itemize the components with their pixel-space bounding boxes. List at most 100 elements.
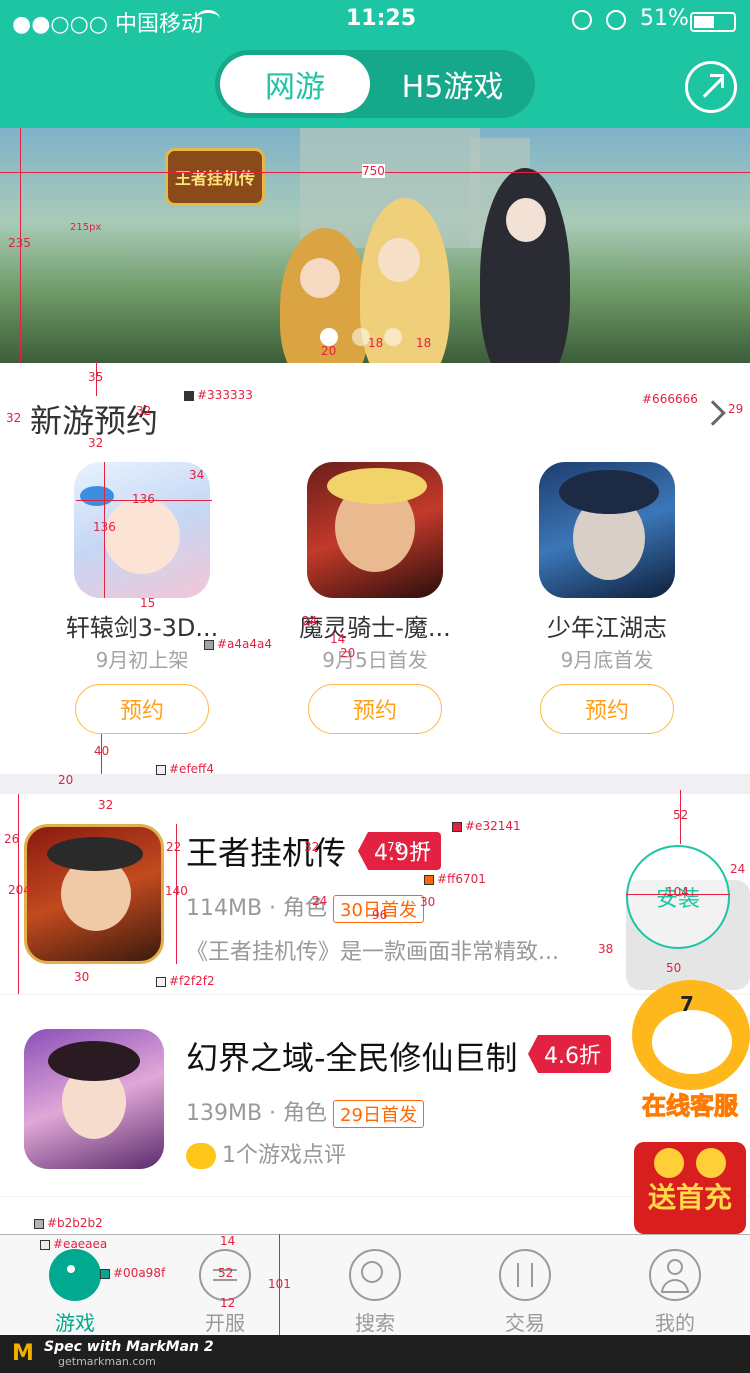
- share-icon[interactable]: [685, 61, 737, 113]
- spec-color: #00a98f: [100, 1266, 165, 1280]
- spec-label: 52: [218, 1266, 234, 1280]
- tab-search[interactable]: 搜索: [300, 1247, 450, 1335]
- spec-label: 15: [140, 596, 156, 610]
- game-meta: 139MB · 角色 29日首发: [186, 1095, 424, 1128]
- game-title: 王者挂机传: [186, 834, 347, 872]
- spec-color: #f2f2f2: [156, 974, 215, 988]
- game-type-switch: 网游 H5游戏: [215, 50, 535, 118]
- spec-label: 35: [88, 370, 104, 384]
- spec-label: 24: [312, 894, 328, 908]
- game-title: 幻界之域-全民修仙巨制: [186, 1039, 518, 1077]
- spec-label: 18: [368, 336, 384, 350]
- spec-label: 14: [330, 632, 346, 646]
- spec-label: 101: [268, 1277, 291, 1291]
- spec-color: #e32141: [452, 819, 521, 833]
- discount-badge: 4.6折: [528, 1035, 611, 1073]
- user-icon: [649, 1249, 701, 1301]
- spec-label: 215px: [70, 222, 102, 233]
- battery-percent: 51%: [640, 6, 689, 31]
- markman-logo-icon: M: [12, 1341, 34, 1366]
- markman-site: getmarkman.com: [58, 1355, 156, 1368]
- banner-dot: [384, 328, 402, 346]
- service-mascot-icon[interactable]: 7: [632, 980, 750, 1090]
- banner-game-logo: 王者挂机传: [165, 148, 265, 206]
- game-meta: 114MB · 角色 30日首发: [186, 890, 424, 923]
- spec-label: 30: [420, 895, 436, 909]
- carrier-status: ●●○○○ 中国移动: [12, 12, 203, 37]
- tab-online-games[interactable]: 网游: [220, 55, 370, 113]
- chevron-right-icon[interactable]: [700, 400, 726, 426]
- spec-label: 24: [730, 862, 746, 876]
- first-recharge-label[interactable]: 送首充: [634, 1176, 746, 1216]
- section-gap: [0, 774, 750, 794]
- spec-color: #eaeaea: [40, 1237, 107, 1251]
- spec-label: 32: [98, 798, 114, 812]
- spec-color: #333333: [184, 388, 253, 402]
- spec-label: 34: [189, 468, 205, 482]
- battery-icon: [690, 12, 736, 32]
- alarm-icon: [606, 10, 626, 30]
- spec-color: #a4a4a4: [204, 637, 272, 651]
- spec-label: 12: [220, 1296, 236, 1310]
- launch-badge: 29日首发: [333, 1100, 424, 1128]
- spec-label: 26: [4, 832, 20, 846]
- spec-label: 32: [304, 840, 320, 854]
- spec-label: 52: [673, 808, 689, 822]
- spec-label: 14: [220, 1234, 236, 1248]
- game-icon: [539, 462, 675, 598]
- spec-label: 18: [416, 336, 432, 350]
- review-row: 1个游戏点评: [186, 1137, 346, 1169]
- game-description: 《王者挂机传》是一款画面非常精致...: [186, 940, 559, 965]
- spec-label: 30: [74, 970, 90, 984]
- preorder-button[interactable]: 预约: [308, 684, 442, 734]
- tab-me[interactable]: 我的: [600, 1247, 750, 1335]
- spec-label: 40: [94, 744, 110, 758]
- preorder-button[interactable]: 预约: [75, 684, 209, 734]
- bottom-tab-bar: 游戏 开服 搜索 交易 我的: [0, 1234, 750, 1335]
- release-date: 9月底首发: [560, 648, 654, 672]
- game-icon: [307, 462, 443, 598]
- spec-label: 32: [6, 411, 22, 425]
- search-icon: [349, 1249, 401, 1301]
- spec-label: 96: [372, 908, 388, 922]
- spec-label: 29: [728, 402, 744, 416]
- spec-label: 41: [415, 840, 431, 854]
- markman-footer: M Spec with MarkMan 2 getmarkman.com: [0, 1335, 750, 1373]
- spec-label: 32: [88, 436, 104, 450]
- wifi-icon: [196, 10, 220, 28]
- spec-label: 20: [58, 773, 74, 787]
- spec-label: #666666: [642, 392, 698, 406]
- exchange-icon: [499, 1249, 551, 1301]
- spec-label: 750: [362, 164, 385, 178]
- preorder-button[interactable]: 预约: [540, 684, 674, 734]
- spec-label: 104: [666, 885, 689, 899]
- spec-label: 136: [132, 492, 155, 506]
- spec-label: 32: [136, 404, 152, 418]
- spec-label: 24: [302, 614, 318, 628]
- game-icon: [24, 1029, 164, 1169]
- spec-label: 20: [340, 646, 356, 660]
- spec-label: 50: [666, 961, 682, 975]
- spec-label: 38: [598, 942, 614, 956]
- top-header: ●●○○○ 中国移动 11:25 51% 网游 H5游戏: [0, 0, 750, 128]
- spec-label: 136: [93, 520, 116, 534]
- rotation-lock-icon: [572, 10, 592, 30]
- spec-label: 140: [165, 884, 188, 898]
- pacman-icon: [49, 1249, 101, 1301]
- spec-label: 204: [8, 883, 31, 897]
- tab-h5-games[interactable]: H5游戏: [375, 55, 530, 113]
- tab-games[interactable]: 游戏: [0, 1247, 150, 1335]
- spec-label: 22: [166, 840, 182, 854]
- comment-icon: [186, 1143, 216, 1169]
- tab-trade[interactable]: 交易: [450, 1247, 600, 1335]
- spec-color: #b2b2b2: [34, 1216, 103, 1230]
- game-icon: [24, 824, 164, 964]
- spec-label: 78: [387, 840, 403, 854]
- spec-label: 20: [321, 344, 337, 358]
- spec-color: #efeff4: [156, 762, 214, 776]
- clock: 11:25: [346, 6, 417, 31]
- release-date: 9月5日首发: [322, 648, 428, 672]
- spec-color: #ff6701: [424, 872, 486, 886]
- online-service-label[interactable]: 在线客服: [630, 1086, 750, 1122]
- spec-label: 235: [8, 236, 31, 250]
